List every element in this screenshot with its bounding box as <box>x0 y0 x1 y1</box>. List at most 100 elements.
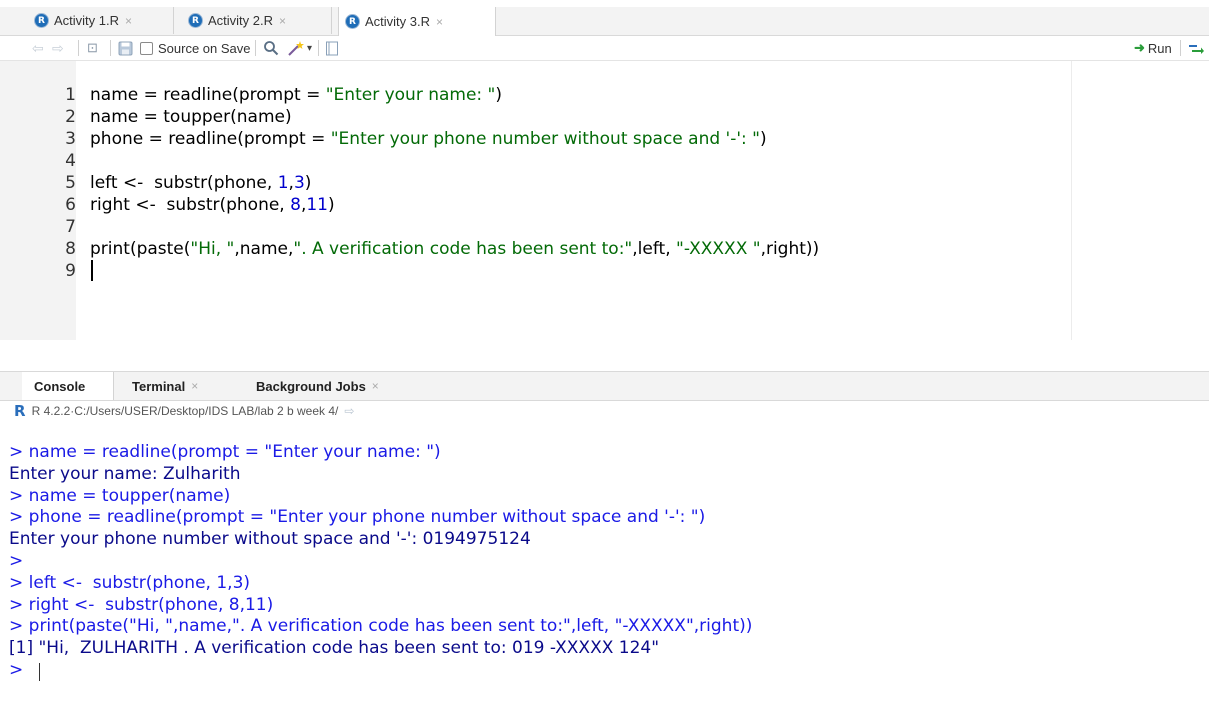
console-output-line: Enter your name: Zulharith <box>9 463 241 484</box>
code-token: left <- substr(phone, <box>90 173 278 193</box>
code-token: phone = readline(prompt = <box>90 129 331 149</box>
code-line[interactable]: 1 name = readline(prompt = "Enter your na… <box>0 84 1209 106</box>
notebook-icon <box>326 41 338 55</box>
new-window-icon: ⊡ <box>87 40 98 55</box>
number-literal: 8 <box>290 195 301 215</box>
rerun-button[interactable] <box>1188 39 1204 57</box>
line-number: 9 <box>65 261 76 281</box>
console-tab-bar: Console Terminal × Background Jobs × <box>0 371 1209 401</box>
chevron-down-icon: ▾ <box>307 42 313 54</box>
code-token: ,left, <box>632 239 676 259</box>
console-cursor <box>39 663 40 681</box>
code-text[interactable]: right <- substr(phone, 8,11) <box>90 194 335 216</box>
source-editor-pane: R Activity 1.R × R Activity 2.R × R Acti… <box>0 0 1209 340</box>
code-line[interactable]: 5 left <- substr(phone, 1,3) <box>0 172 1209 194</box>
search-icon <box>264 41 279 56</box>
magic-wand-icon <box>288 41 304 56</box>
number-literal: 11 <box>306 195 328 215</box>
run-button[interactable]: ➜ Run <box>1134 39 1172 57</box>
editor-tab-bar: R Activity 1.R × R Activity 2.R × R Acti… <box>0 7 1209 36</box>
code-token: right <- substr(phone, <box>90 195 291 215</box>
code-line[interactable]: 7 <box>0 216 1209 238</box>
code-line[interactable]: 9 <box>0 260 1209 282</box>
code-token: print(paste( <box>90 239 191 259</box>
console-output-line: [1] "Hi, ZULHARITH . A verification code… <box>9 638 660 659</box>
code-line[interactable]: 6 right <- substr(phone, 8,11) <box>0 194 1209 216</box>
code-line[interactable]: 2 name = toupper(name) <box>0 106 1209 128</box>
close-icon[interactable]: × <box>279 14 286 28</box>
close-icon[interactable]: × <box>191 379 198 393</box>
line-number: 6 <box>65 195 76 215</box>
code-token: ) <box>304 173 312 193</box>
tab-label: Activity 1.R <box>54 13 120 28</box>
show-in-new-window-button[interactable]: ⊡ <box>87 39 98 57</box>
string-literal: ". A verification code has been sent to:… <box>293 239 633 259</box>
code-token: ,name, <box>234 239 294 259</box>
save-button[interactable] <box>118 39 133 57</box>
console-output[interactable]: > name = readline(prompt = "Enter your n… <box>0 422 1209 715</box>
code-line[interactable]: 3 phone = readline(prompt = "Enter your p… <box>0 128 1209 150</box>
console-command-line: > name = readline(prompt = "Enter your n… <box>9 442 441 462</box>
line-number: 5 <box>65 173 76 193</box>
save-icon <box>118 41 133 55</box>
code-token: name = readline(prompt = <box>90 85 326 105</box>
source-on-save-checkbox[interactable]: Source on Save <box>140 39 251 57</box>
tab-label: Activity 2.R <box>208 13 274 28</box>
code-text[interactable]: name = readline(prompt = "Enter your nam… <box>90 84 502 106</box>
string-literal: "Enter your phone number without space a… <box>330 129 760 149</box>
code-line[interactable]: 4 <box>0 150 1209 172</box>
back-button[interactable]: ⇦ <box>32 39 44 57</box>
console-command-line: > print(paste("Hi, ",name,". A verificat… <box>9 616 753 637</box>
code-token: ) <box>495 85 503 105</box>
string-literal: "-XXXXX " <box>676 239 761 259</box>
toolbar-divider <box>318 40 319 56</box>
console-pane: Console Terminal × Background Jobs × R R… <box>0 371 1209 715</box>
code-line[interactable]: 8 print(paste("Hi, ",name,". A verificati… <box>0 238 1209 260</box>
toolbar-divider <box>78 40 79 56</box>
tab-console[interactable]: Console <box>22 372 114 400</box>
line-number: 2 <box>65 107 76 127</box>
tab-label: Console <box>34 378 86 394</box>
tab-background-jobs[interactable]: Background Jobs × <box>244 372 404 400</box>
r-script-icon: R <box>345 14 360 29</box>
source-on-save-label: Source on Save <box>158 40 251 56</box>
toolbar-divider <box>110 40 111 56</box>
working-directory: C:/Users/USER/Desktop/IDS LAB/lab 2 b we… <box>74 404 339 418</box>
console-command-line: > left <- substr(phone, 1,3) <box>9 572 251 593</box>
checkbox-box[interactable] <box>140 41 153 55</box>
run-label: Run <box>1147 40 1172 56</box>
forward-button[interactable]: ⇨ <box>52 39 64 57</box>
line-number: 7 <box>65 217 76 237</box>
code-editor[interactable]: 1 name = readline(prompt = "Enter your na… <box>0 61 1209 340</box>
r-script-icon: R <box>34 13 49 28</box>
line-number: 4 <box>65 151 76 171</box>
console-info-bar: R R 4.2.2 · C:/Users/USER/Desktop/IDS LA… <box>0 400 1209 422</box>
compile-report-button[interactable] <box>325 39 339 57</box>
forward-arrow-icon: ⇨ <box>52 39 64 56</box>
code-text[interactable]: name = toupper(name) <box>90 106 292 128</box>
console-command-line: > <box>9 659 40 681</box>
string-literal: "Hi, " <box>190 239 235 259</box>
code-text[interactable]: phone = readline(prompt = "Enter your ph… <box>90 128 767 150</box>
close-icon[interactable]: × <box>372 379 379 393</box>
close-icon[interactable]: × <box>125 14 132 28</box>
r-script-icon: R <box>188 13 203 28</box>
number-literal: 3 <box>293 173 305 193</box>
line-number: 8 <box>65 239 76 259</box>
tab-label: Activity 3.R <box>365 14 431 29</box>
go-to-directory-icon[interactable]: ⇨ <box>344 404 354 418</box>
tab-activity-3[interactable]: R Activity 3.R × <box>338 7 496 36</box>
tab-activity-2[interactable]: R Activity 2.R × <box>182 7 332 34</box>
tab-activity-1[interactable]: R Activity 1.R × <box>28 7 174 34</box>
toolbar-divider <box>1180 40 1181 56</box>
rerun-icon <box>1189 45 1204 54</box>
line-number: 1 <box>65 85 76 105</box>
console-command-line: > name = toupper(name) <box>9 485 231 506</box>
tab-terminal[interactable]: Terminal × <box>120 372 238 400</box>
find-replace-button[interactable] <box>263 39 279 57</box>
code-text[interactable]: left <- substr(phone, 1,3) <box>90 172 311 194</box>
code-text[interactable]: print(paste("Hi, ",name,". A verificatio… <box>90 238 819 260</box>
close-icon[interactable]: × <box>436 15 443 29</box>
code-tools-button[interactable]: ▾ <box>287 39 312 57</box>
code-token: ) <box>759 129 767 149</box>
